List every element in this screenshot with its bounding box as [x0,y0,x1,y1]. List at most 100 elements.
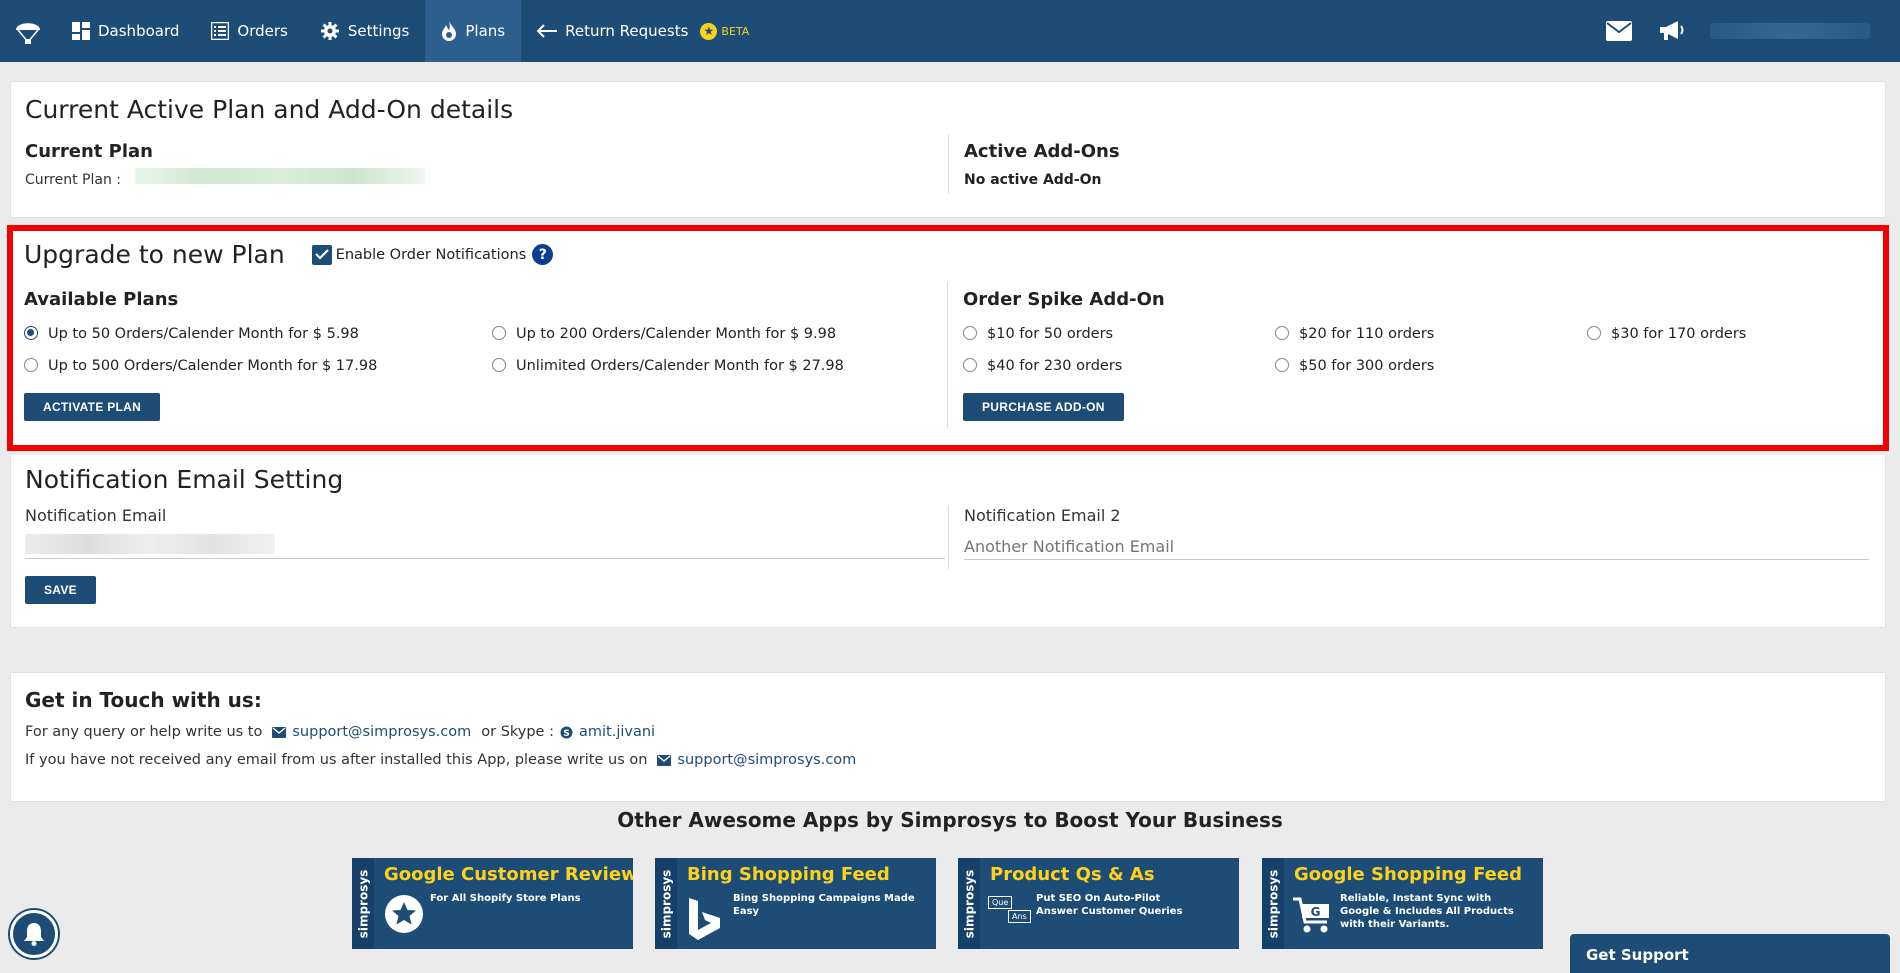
plan-option-label: Up to 50 Orders/Calender Month for $ 5.9… [48,326,359,342]
nav-plans[interactable]: Plans [425,0,522,62]
support-email-link-2[interactable]: support@simprosys.com [677,752,856,768]
addon-option-label: $30 for 170 orders [1611,326,1747,342]
order-spike-addon-heading: Order Spike Add-On [963,289,1165,310]
user-account-menu[interactable] [1710,23,1870,39]
plan-option-label: Unlimited Orders/Calender Month for $ 27… [516,358,844,374]
beta-badge: ★ BETA [700,22,750,40]
brand-text: simprosys [659,869,673,938]
svg-text:S: S [563,729,569,739]
save-button[interactable]: SAVE [25,576,96,604]
brand-text: simprosys [356,869,370,938]
addon-radio-40[interactable] [963,358,977,372]
plan-option-500[interactable]: Up to 500 Orders/Calender Month for $ 17… [24,358,377,374]
app-banner-product-qs-as[interactable]: simprosys Product Qs & As Put SEO On Aut… [958,858,1239,949]
current-plan-card: Current Active Plan and Add-On details C… [10,81,1886,218]
plan-radio-unlimited[interactable] [492,358,506,372]
envelope-icon [657,754,672,766]
notification-bell-button[interactable] [10,910,58,958]
app-desc: Reliable, Instant Sync with Google & Inc… [1340,893,1514,930]
addon-radio-20[interactable] [1275,326,1289,340]
skype-link[interactable]: amit.jivani [579,724,655,740]
addon-option-label: $20 for 110 orders [1299,326,1435,342]
app-banner-google-customer-reviews[interactable]: simprosys Google Customer Reviews For Al… [352,858,633,949]
nav-right-tools [1606,0,1900,62]
parachute-logo-icon [16,23,40,44]
star-badge-icon [385,895,423,933]
app-title: Product Qs & As [990,864,1155,885]
get-support-widget[interactable]: Get Support [1570,934,1890,973]
notification-email2-underline [964,559,1869,560]
upgrade-card-title: Upgrade to new Plan [24,240,285,269]
addon-option-50[interactable]: $50 for 300 orders [1275,358,1434,374]
addon-option-label: $10 for 50 orders [987,326,1114,342]
notification-email2-label: Notification Email 2 [964,506,1121,525]
envelope-icon[interactable] [1606,21,1632,41]
nav-orders-label: Orders [237,22,288,40]
nav-return-requests-label: Return Requests [565,22,689,40]
question-bubble: Que [988,896,1013,909]
plan-radio-50[interactable] [24,326,38,340]
simprosys-brand: simprosys [655,858,677,949]
enable-notifications-checkbox[interactable] [311,244,332,265]
addon-option-label: $50 for 300 orders [1299,358,1435,374]
notification-card-title: Notification Email Setting [25,465,344,494]
contact-title: Get in Touch with us: [25,688,262,712]
help-icon[interactable]: ? [532,244,554,265]
app-banner-bing-shopping-feed[interactable]: simprosys Bing Shopping Feed Bing Shoppi… [655,858,936,949]
addon-option-10[interactable]: $10 for 50 orders [963,326,1113,342]
app-title: Google Customer Reviews [384,864,633,885]
qa-bubbles-icon: Que Ans [988,896,1032,936]
contact-line-1: For any query or help write us to suppor… [25,724,655,740]
contact-line-1-text: For any query or help write us to [25,724,263,740]
notification-email2-input[interactable] [964,535,1869,557]
addon-option-40[interactable]: $40 for 230 orders [963,358,1122,374]
addon-option-30[interactable]: $30 for 170 orders [1587,326,1746,342]
notification-email-input[interactable] [25,534,275,554]
brand-text: simprosys [1266,869,1280,938]
notification-email-underline [25,558,945,559]
divider [948,134,949,194]
plan-option-label: Up to 200 Orders/Calender Month for $ 9.… [516,326,837,342]
support-email-link[interactable]: support@simprosys.com [292,724,471,740]
app-title: Bing Shopping Feed [687,864,890,885]
nav-settings[interactable]: Settings [304,0,426,62]
plan-option-unlimited[interactable]: Unlimited Orders/Calender Month for $ 27… [492,358,844,374]
plan-radio-200[interactable] [492,326,506,340]
nav-dashboard-label: Dashboard [98,22,180,40]
dashboard-icon [72,22,90,40]
envelope-icon [272,726,287,738]
purchase-addon-button[interactable]: PURCHASE ADD-ON [963,393,1124,421]
app-title: Google Shopping Feed [1294,864,1522,885]
addon-radio-50[interactable] [1275,358,1289,372]
addon-radio-10[interactable] [963,326,977,340]
list-icon [211,22,230,40]
simprosys-brand: simprosys [958,858,980,949]
skype-prefix: or Skype : [481,724,554,740]
nav-return-requests[interactable]: Return Requests ★ BETA [521,0,765,62]
activate-plan-button[interactable]: ACTIVATE PLAN [24,393,161,421]
nav-settings-label: Settings [347,22,410,40]
app-banner-google-shopping-feed[interactable]: simprosys Google Shopping Feed Reliable,… [1262,858,1543,949]
plan-option-50[interactable]: Up to 50 Orders/Calender Month for $ 5.9… [24,326,359,342]
nav-dashboard[interactable]: Dashboard [56,0,195,62]
plan-radio-500[interactable] [24,358,38,372]
addon-radio-30[interactable] [1587,326,1601,340]
bing-logo-icon [689,898,720,940]
svg-text:G: G [1311,905,1321,919]
app-logo[interactable] [0,0,56,62]
simprosys-brand: simprosys [1262,858,1284,949]
addon-option-label: $40 for 230 orders [987,358,1123,374]
divider [948,505,949,569]
plan-option-200[interactable]: Up to 200 Orders/Calender Month for $ 9.… [492,326,836,342]
current-plan-value-redacted [135,168,425,184]
app-desc: Put SEO On Auto-Pilot Answer Customer Qu… [1036,893,1183,917]
nav-orders[interactable]: Orders [195,0,303,62]
enable-notifications-row[interactable]: Enable Order Notifications ? [311,244,554,265]
upgrade-plan-card: Upgrade to new Plan Enable Order Notific… [10,226,1886,448]
current-plan-label: Current Plan : [25,172,121,188]
plan-option-label: Up to 500 Orders/Calender Month for $ 17… [48,358,378,374]
bell-icon [24,923,44,946]
beta-label: BETA [721,24,750,38]
megaphone-icon[interactable] [1658,20,1684,42]
addon-option-20[interactable]: $20 for 110 orders [1275,326,1434,342]
